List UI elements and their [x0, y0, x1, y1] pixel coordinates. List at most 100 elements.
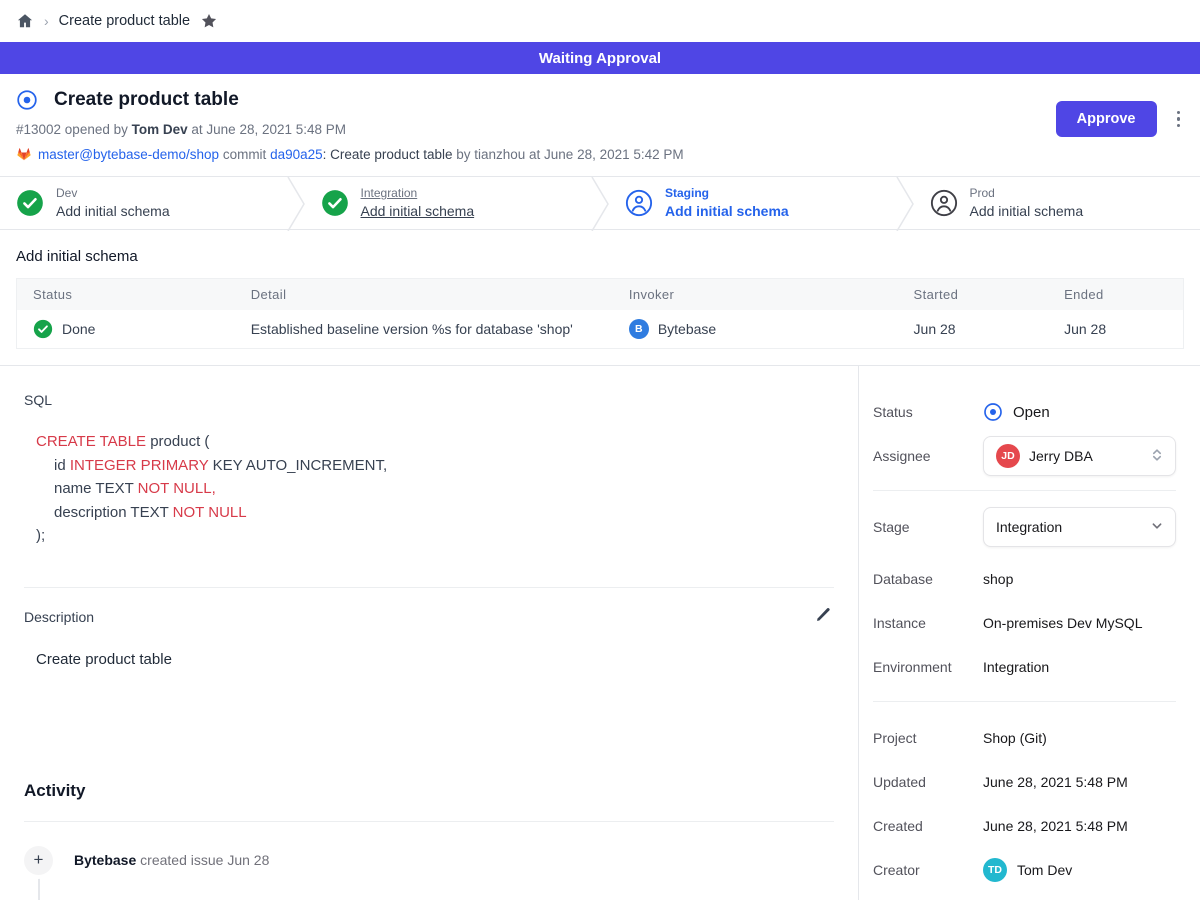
- stage-label: Stage: [873, 519, 983, 535]
- task-started-date: Jun 28: [898, 310, 1049, 349]
- commit-author-time: by tianzhou at June 28, 2021 5:42 PM: [456, 147, 683, 162]
- stage-staging[interactable]: Staging Add initial schema: [609, 177, 896, 229]
- stage-separator-chevron: [287, 177, 305, 229]
- assignee-label: Assignee: [873, 448, 983, 464]
- stage-task-label: Add initial schema: [665, 202, 789, 220]
- sidebar-divider: [873, 701, 1176, 702]
- stage-value: Integration: [996, 519, 1140, 535]
- section-divider: [24, 821, 834, 822]
- edit-description-button[interactable]: [813, 604, 834, 630]
- chevron-right-icon: ›: [44, 13, 49, 29]
- user-circle-icon: [625, 189, 653, 217]
- database-label: Database: [873, 571, 983, 587]
- commit-label: commit: [223, 147, 267, 162]
- stage-task-label: Add initial schema: [970, 202, 1084, 220]
- stage-row: Stage Integration: [873, 507, 1176, 547]
- column-header-started: Started: [898, 279, 1049, 311]
- activity-actor: Bytebase: [74, 852, 136, 868]
- project-row: Project Shop (Git): [873, 718, 1176, 758]
- list-item: + Bytebase created issue Jun 28: [24, 846, 834, 875]
- timeline-line: [38, 876, 40, 900]
- pipeline-stage-bar: Dev Add initial schema Integration Add i…: [0, 176, 1200, 230]
- page: › Create product table Waiting Approval …: [0, 0, 1200, 900]
- updated-row: Updated June 28, 2021 5:48 PM: [873, 762, 1176, 802]
- stage-task-label: Add initial schema: [56, 202, 170, 220]
- issue-open-icon: [16, 89, 38, 111]
- activity-text: created issue Jun 28: [140, 852, 269, 868]
- column-header-ended: Ended: [1048, 279, 1183, 311]
- gitlab-icon: [16, 146, 32, 162]
- instance-label: Instance: [873, 615, 983, 631]
- status-row: Status Open: [873, 392, 1176, 432]
- stage-separator-chevron: [896, 177, 914, 229]
- status-banner-text: Waiting Approval: [539, 50, 661, 67]
- issue-meta: #13002 opened by Tom Dev at June 28, 202…: [16, 122, 1184, 137]
- task-detail-text: Established baseline version %s for data…: [235, 310, 613, 349]
- commit-message: : Create product table: [323, 147, 453, 162]
- breadcrumb-page-title[interactable]: Create product table: [59, 13, 190, 29]
- check-circle-icon: [16, 189, 44, 217]
- invoker-name: Bytebase: [658, 321, 716, 337]
- task-done-icon: [33, 319, 53, 339]
- created-row: Created June 28, 2021 5:48 PM: [873, 806, 1176, 846]
- environment-value: Integration: [983, 659, 1176, 675]
- project-value: Shop (Git): [983, 730, 1176, 746]
- status-value: Open: [1013, 404, 1050, 421]
- issue-detail-panel: SQL CREATE TABLE product ( id INTEGER PR…: [0, 366, 858, 900]
- open-status-icon: [983, 402, 1003, 422]
- section-divider: [24, 587, 834, 588]
- stage-env-label: Staging: [665, 186, 789, 201]
- commit-branch-link[interactable]: master@bytebase-demo/shop: [38, 147, 219, 162]
- issue-author: Tom Dev: [132, 122, 188, 137]
- assignee-select[interactable]: JD Jerry DBA: [983, 436, 1176, 476]
- star-icon[interactable]: [200, 12, 218, 30]
- creator-label: Creator: [873, 862, 983, 878]
- issue-opened-at: at June 28, 2021 5:48 PM: [191, 122, 346, 137]
- column-header-invoker: Invoker: [613, 279, 898, 311]
- stage-env-label: Integration: [361, 186, 475, 201]
- column-header-detail: Detail: [235, 279, 613, 311]
- stage-separator-chevron: [591, 177, 609, 229]
- description-label: Description: [24, 609, 94, 625]
- issue-header: Create product table #13002 opened by To…: [0, 74, 1200, 176]
- issue-sidebar: Status Open Assignee JD Jerry DBA Stage: [858, 366, 1200, 900]
- updated-value: June 28, 2021 5:48 PM: [983, 774, 1176, 790]
- description-content: Create product table: [36, 651, 834, 668]
- table-row[interactable]: Done Established baseline version %s for…: [17, 310, 1184, 349]
- more-options-button[interactable]: [1171, 107, 1187, 132]
- column-header-status: Status: [17, 279, 235, 311]
- sql-section-label: SQL: [24, 392, 834, 408]
- stage-task-label: Add initial schema: [361, 202, 475, 220]
- sql-statement: CREATE TABLE product ( id INTEGER PRIMAR…: [36, 430, 834, 548]
- environment-row: Environment Integration: [873, 647, 1176, 687]
- stage-select[interactable]: Integration: [983, 507, 1176, 547]
- invoker-avatar: B: [629, 319, 649, 339]
- check-circle-icon: [321, 189, 349, 217]
- pencil-icon: [815, 606, 832, 623]
- activity-heading: Activity: [24, 781, 834, 801]
- commit-hash-link[interactable]: da90a25: [270, 147, 323, 162]
- stage-prod[interactable]: Prod Add initial schema: [914, 177, 1200, 229]
- task-section-heading: Add initial schema: [16, 248, 1184, 265]
- issue-id-text: #13002 opened by: [16, 122, 128, 137]
- table-header-row: Status Detail Invoker Started Ended: [17, 279, 1184, 311]
- commit-line: master@bytebase-demo/shop commit da90a25…: [16, 146, 1184, 162]
- stage-dev[interactable]: Dev Add initial schema: [0, 177, 287, 229]
- creator-row: Creator TD Tom Dev: [873, 850, 1176, 890]
- home-icon[interactable]: [16, 12, 34, 30]
- plus-icon: +: [24, 846, 53, 875]
- stage-integration[interactable]: Integration Add initial schema: [305, 177, 592, 229]
- task-ended-date: Jun 28: [1048, 310, 1183, 349]
- updated-label: Updated: [873, 774, 983, 790]
- created-label: Created: [873, 818, 983, 834]
- task-status-text: Done: [62, 321, 95, 337]
- status-label: Status: [873, 404, 983, 420]
- page-title: Create product table: [54, 89, 239, 111]
- breadcrumb: › Create product table: [0, 0, 1200, 42]
- task-table: Status Detail Invoker Started Ended Done: [16, 278, 1184, 349]
- approve-button[interactable]: Approve: [1056, 101, 1157, 137]
- assignee-avatar: JD: [996, 444, 1020, 468]
- chevron-up-down-icon: [1149, 447, 1165, 466]
- assignee-value: Jerry DBA: [1029, 448, 1140, 464]
- creator-value: Tom Dev: [1017, 862, 1072, 878]
